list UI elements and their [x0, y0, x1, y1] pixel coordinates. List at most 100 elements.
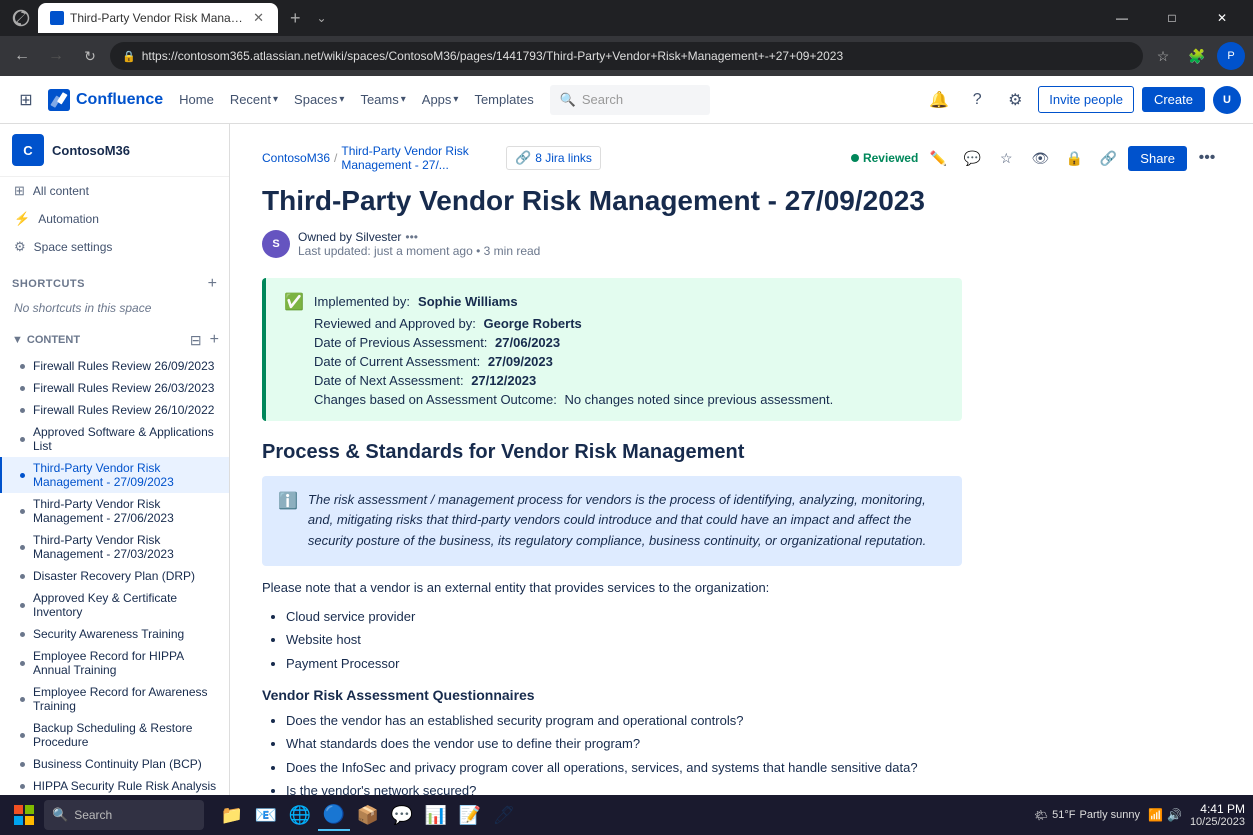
wifi-icon[interactable]: 📶 [1148, 808, 1163, 822]
check-icon: ✅ [284, 292, 304, 312]
nav-home[interactable]: Home [171, 86, 222, 113]
info-box-blue: ℹ️ The risk assessment / management proc… [262, 476, 962, 566]
next-assessment-date: 27/12/2023 [471, 373, 536, 388]
help-icon[interactable]: ? [962, 85, 992, 115]
sidebar-page-backup[interactable]: Backup Scheduling & Restore Procedure [0, 717, 229, 753]
tab-close-icon[interactable]: ✕ [251, 8, 266, 28]
more-actions-button[interactable]: ••• [1193, 144, 1221, 172]
jira-links-button[interactable]: 🔗 8 Jira links [506, 146, 601, 170]
weather-widget: 🌤 51°F Partly sunny [1034, 809, 1140, 822]
sidebar-page-hippa-annual[interactable]: Employee Record for HIPPA Annual Trainin… [0, 645, 229, 681]
start-button[interactable] [8, 799, 40, 831]
nav-apps[interactable]: Apps ▾ [414, 86, 467, 113]
browser-tab-active[interactable]: Third-Party Vendor Risk Manag... ✕ [38, 3, 278, 33]
tab-list-button[interactable]: ⌄ [313, 11, 331, 25]
next-assessment-label: Date of Next Assessment: [314, 373, 464, 388]
address-bar[interactable]: 🔒 https://contosom365.atlassian.net/wiki… [110, 42, 1143, 70]
add-shortcut-button[interactable]: + [208, 275, 217, 293]
volume-icon[interactable]: 🔊 [1167, 808, 1182, 822]
share-button[interactable]: Share [1128, 146, 1187, 171]
sidebar-all-content[interactable]: ⊞ All content [0, 177, 229, 205]
sidebar-page-awareness-training[interactable]: Employee Record for Awareness Training [0, 681, 229, 717]
nav-back-button[interactable]: ← [8, 42, 36, 70]
create-button[interactable]: Create [1142, 87, 1205, 112]
curr-assessment-label: Date of Current Assessment: [314, 354, 480, 369]
address-text: https://contosom365.atlassian.net/wiki/s… [142, 49, 1131, 63]
window-minimize[interactable]: — [1099, 0, 1145, 36]
taskbar-search-bar[interactable]: 🔍 Search [44, 800, 204, 830]
nav-recent[interactable]: Recent ▾ [222, 86, 286, 113]
breadcrumb-page-link[interactable]: Third-Party Vendor Risk Management - 27/… [341, 144, 500, 172]
sidebar-page-vendor-march[interactable]: Third-Party Vendor Risk Management - 27/… [0, 529, 229, 565]
browser-profile-icon[interactable]: P [1217, 42, 1245, 70]
shortcuts-heading: SHORTCUTS + [0, 269, 229, 299]
sidebar-page-hippa-analysis[interactable]: HIPPA Security Rule Risk Analysis [0, 775, 229, 795]
sidebar-page-vendor-june[interactable]: Third-Party Vendor Risk Management - 27/… [0, 493, 229, 529]
content-toggle-icon[interactable]: ▼ [12, 334, 23, 346]
taskbar-app-2[interactable]: 📧 [250, 799, 282, 831]
settings-icon[interactable]: ⚙ [1000, 85, 1030, 115]
search-bar[interactable]: 🔍 Search [550, 85, 710, 115]
shortcuts-empty-msg: No shortcuts in this space [0, 299, 229, 317]
sidebar-page-firewall-3[interactable]: Firewall Rules Review 26/10/2022 [0, 399, 229, 421]
page-meta: S Owned by Silvester ••• Last updated: j… [262, 230, 1221, 258]
apps-grid-icon[interactable]: ⊞ [12, 86, 40, 114]
sidebar-page-drp[interactable]: Disaster Recovery Plan (DRP) [0, 565, 229, 587]
sidebar-space-settings[interactable]: ⚙ Space settings [0, 233, 229, 261]
taskbar-app-7[interactable]: 📊 [420, 799, 452, 831]
sidebar-page-key-cert[interactable]: Approved Key & Certificate Inventory [0, 587, 229, 623]
app-container: ⊞ Confluence Home Recent ▾ Spaces ▾ Team… [0, 76, 1253, 795]
nav-templates[interactable]: Templates [466, 86, 541, 113]
window-maximize[interactable]: □ [1149, 0, 1195, 36]
meta-dots[interactable]: ••• [405, 230, 418, 244]
content-add-icon[interactable]: + [208, 329, 221, 351]
taskbar-chrome-active[interactable]: 🔵 [318, 799, 350, 831]
invite-people-button[interactable]: Invite people [1038, 86, 1134, 113]
q-item-1: Does the vendor has an established secur… [286, 709, 1221, 732]
sidebar-page-vendor-active[interactable]: Third-Party Vendor Risk Management - 27/… [0, 457, 229, 493]
space-settings-icon: ⚙ [14, 239, 26, 255]
copy-link-button[interactable]: 🔗 [1094, 144, 1122, 172]
sidebar-page-security-training[interactable]: Security Awareness Training [0, 623, 229, 645]
nav-spaces[interactable]: Spaces ▾ [286, 86, 352, 113]
nav-teams[interactable]: Teams ▾ [352, 86, 413, 113]
sidebar-automation[interactable]: ⚡ Automation [0, 205, 229, 233]
star-button[interactable]: ☆ [992, 144, 1020, 172]
nav-forward-button[interactable]: → [42, 42, 70, 70]
sidebar-page-approved-software[interactable]: Approved Software & Applications List [0, 421, 229, 457]
changes-row: Changes based on Assessment Outcome: No … [284, 392, 944, 407]
sidebar-space-header[interactable]: C ContosoM36 [0, 124, 229, 177]
taskbar-apps: 📁 📧 🌐 🔵 📦 💬 📊 📝 🖊 [216, 799, 520, 831]
vendor-type-3: Payment Processor [286, 652, 1221, 675]
bookmark-star-icon[interactable]: ☆ [1149, 42, 1177, 70]
watch-button[interactable]: 👁 [1026, 144, 1054, 172]
notifications-icon[interactable]: 🔔 [924, 85, 954, 115]
breadcrumb-bar: ContosoM36 / Third-Party Vendor Risk Man… [262, 144, 1221, 172]
taskbar-app-3[interactable]: 🌐 [284, 799, 316, 831]
comment-button[interactable]: 💬 [958, 144, 986, 172]
sidebar-page-firewall-1[interactable]: Firewall Rules Review 26/09/2023 [0, 355, 229, 377]
taskbar-app-1[interactable]: 📁 [216, 799, 248, 831]
vendor-type-1: Cloud service provider [286, 605, 1221, 628]
edit-button[interactable]: ✏️ [924, 144, 952, 172]
nav-refresh-button[interactable]: ↻ [76, 42, 104, 70]
tab-add-button[interactable]: + [282, 8, 309, 29]
browser-extension-icon[interactable]: 🧩 [1183, 42, 1211, 70]
content-area: ContosoM36 / Third-Party Vendor Risk Man… [230, 124, 1253, 795]
changes-label: Changes based on Assessment Outcome: [314, 392, 557, 407]
sidebar-page-firewall-2[interactable]: Firewall Rules Review 26/03/2023 [0, 377, 229, 399]
user-avatar[interactable]: U [1213, 86, 1241, 114]
content-filter-icon[interactable]: ⊟ [188, 330, 204, 351]
taskbar-app-6[interactable]: 💬 [386, 799, 418, 831]
taskbar-app-8[interactable]: 📝 [454, 799, 486, 831]
confluence-logo-text: Confluence [76, 91, 163, 109]
curr-assessment-row: Date of Current Assessment: 27/09/2023 [284, 354, 944, 369]
taskbar-app-9[interactable]: 🖊 [488, 799, 520, 831]
breadcrumb-space-link[interactable]: ContosoM36 [262, 151, 330, 165]
sidebar-page-bcp[interactable]: Business Continuity Plan (BCP) [0, 753, 229, 775]
confluence-logo[interactable]: Confluence [48, 89, 163, 111]
window-close[interactable]: ✕ [1199, 0, 1245, 36]
restrict-button[interactable]: 🔒 [1060, 144, 1088, 172]
taskbar-app-5[interactable]: 📦 [352, 799, 384, 831]
prev-assessment-label: Date of Previous Assessment: [314, 335, 487, 350]
